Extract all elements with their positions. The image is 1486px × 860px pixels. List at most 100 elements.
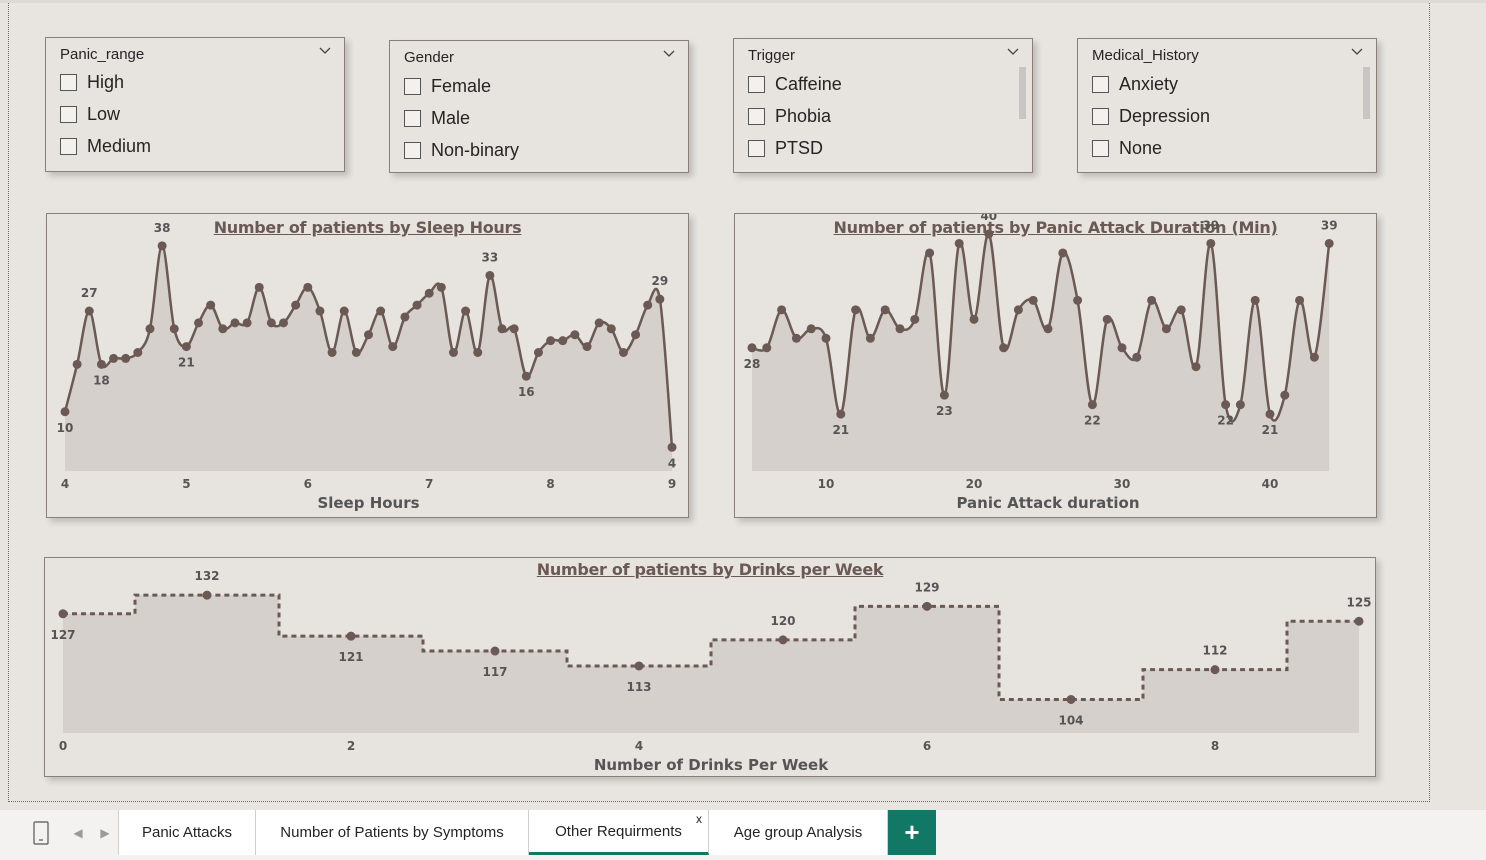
- data-point[interactable]: [895, 324, 905, 334]
- data-point[interactable]: [836, 409, 846, 419]
- data-point[interactable]: [762, 343, 772, 353]
- data-point[interactable]: [791, 333, 801, 343]
- data-point[interactable]: [291, 300, 301, 310]
- data-point[interactable]: [1280, 390, 1290, 400]
- data-point[interactable]: [594, 318, 604, 328]
- data-point[interactable]: [521, 371, 531, 381]
- data-point[interactable]: [364, 330, 373, 340]
- slicer-medical-history[interactable]: Medical_History Anxiety Depression None: [1077, 38, 1377, 173]
- data-point[interactable]: [634, 661, 644, 671]
- data-point[interactable]: [865, 333, 875, 343]
- data-point[interactable]: [351, 348, 361, 357]
- slicer-option[interactable]: Phobia: [748, 106, 831, 127]
- data-point[interactable]: [851, 305, 861, 315]
- data-point[interactable]: [655, 294, 665, 304]
- checkbox[interactable]: [748, 140, 765, 157]
- checkbox[interactable]: [1092, 108, 1109, 125]
- data-point[interactable]: [1066, 694, 1076, 704]
- data-point[interactable]: [327, 348, 337, 357]
- data-point[interactable]: [121, 353, 131, 363]
- chevron-down-icon[interactable]: [662, 47, 676, 61]
- checkbox[interactable]: [748, 76, 765, 93]
- slicer-option[interactable]: Low: [60, 104, 120, 125]
- data-point[interactable]: [169, 324, 179, 334]
- tab-panic-attacks[interactable]: Panic Attacks: [118, 810, 256, 855]
- checkbox[interactable]: [60, 106, 77, 123]
- data-point[interactable]: [279, 318, 289, 328]
- data-point[interactable]: [485, 270, 495, 280]
- data-point[interactable]: [954, 238, 964, 248]
- checkbox[interactable]: [404, 78, 421, 95]
- tab-scroll-left-icon[interactable]: ◀: [70, 810, 86, 855]
- data-point[interactable]: [1073, 295, 1083, 305]
- data-point[interactable]: [925, 248, 935, 258]
- data-point[interactable]: [181, 342, 191, 352]
- data-point[interactable]: [1210, 665, 1220, 675]
- data-point[interactable]: [1102, 314, 1112, 324]
- data-point[interactable]: [1265, 409, 1275, 419]
- data-point[interactable]: [133, 348, 143, 357]
- slicer-panic-range[interactable]: Panic_range High Low Medium: [45, 37, 345, 172]
- data-point[interactable]: [1043, 324, 1053, 334]
- data-point[interactable]: [570, 330, 580, 340]
- data-point[interactable]: [778, 635, 788, 645]
- data-point[interactable]: [910, 314, 920, 324]
- data-point[interactable]: [821, 333, 831, 343]
- data-point[interactable]: [922, 601, 932, 611]
- slicer-option[interactable]: Depression: [1092, 106, 1210, 127]
- data-point[interactable]: [58, 609, 68, 619]
- data-point[interactable]: [984, 229, 994, 239]
- data-point[interactable]: [376, 306, 386, 316]
- chevron-down-icon[interactable]: [318, 44, 332, 58]
- data-point[interactable]: [1087, 400, 1097, 410]
- tab-number-of-patients-by-symptoms[interactable]: Number of Patients by Symptoms: [256, 810, 529, 855]
- data-point[interactable]: [448, 348, 458, 357]
- slicer-option[interactable]: High: [60, 72, 124, 93]
- data-point[interactable]: [84, 306, 94, 316]
- data-point[interactable]: [509, 324, 519, 334]
- data-point[interactable]: [1250, 295, 1260, 305]
- data-point[interactable]: [490, 646, 500, 656]
- data-point[interactable]: [473, 348, 483, 357]
- data-point[interactable]: [1161, 324, 1171, 334]
- data-point[interactable]: [969, 314, 979, 324]
- data-point[interactable]: [999, 343, 1009, 353]
- data-point[interactable]: [400, 312, 410, 322]
- scrollbar[interactable]: [1363, 67, 1370, 119]
- data-point[interactable]: [631, 330, 641, 340]
- data-point[interactable]: [939, 390, 949, 400]
- data-point[interactable]: [388, 342, 398, 352]
- checkbox[interactable]: [60, 74, 77, 91]
- data-point[interactable]: [1191, 362, 1201, 372]
- data-point[interactable]: [1324, 238, 1334, 248]
- data-point[interactable]: [303, 282, 313, 292]
- data-point[interactable]: [218, 324, 228, 334]
- data-point[interactable]: [254, 282, 264, 292]
- slicer-option[interactable]: Female: [404, 76, 491, 97]
- data-point[interactable]: [206, 300, 216, 310]
- data-point[interactable]: [424, 288, 434, 298]
- checkbox[interactable]: [1092, 76, 1109, 93]
- data-point[interactable]: [1309, 352, 1319, 362]
- data-point[interactable]: [96, 359, 106, 369]
- data-point[interactable]: [72, 359, 82, 369]
- data-point[interactable]: [145, 324, 155, 334]
- data-point[interactable]: [777, 305, 787, 315]
- data-point[interactable]: [1028, 295, 1038, 305]
- data-point[interactable]: [497, 324, 507, 334]
- data-point[interactable]: [230, 318, 240, 328]
- data-point[interactable]: [747, 343, 757, 353]
- data-point[interactable]: [1221, 400, 1231, 410]
- data-point[interactable]: [1147, 295, 1157, 305]
- data-point[interactable]: [436, 282, 446, 292]
- data-point[interactable]: [202, 590, 212, 600]
- data-point[interactable]: [582, 342, 592, 352]
- data-point[interactable]: [533, 348, 543, 357]
- data-point[interactable]: [806, 324, 816, 334]
- slicer-option[interactable]: Anxiety: [1092, 74, 1178, 95]
- data-point[interactable]: [109, 353, 119, 363]
- data-point[interactable]: [1354, 616, 1364, 626]
- mobile-layout-icon[interactable]: [28, 810, 54, 855]
- add-page-button[interactable]: +: [888, 810, 936, 855]
- data-point[interactable]: [412, 300, 422, 310]
